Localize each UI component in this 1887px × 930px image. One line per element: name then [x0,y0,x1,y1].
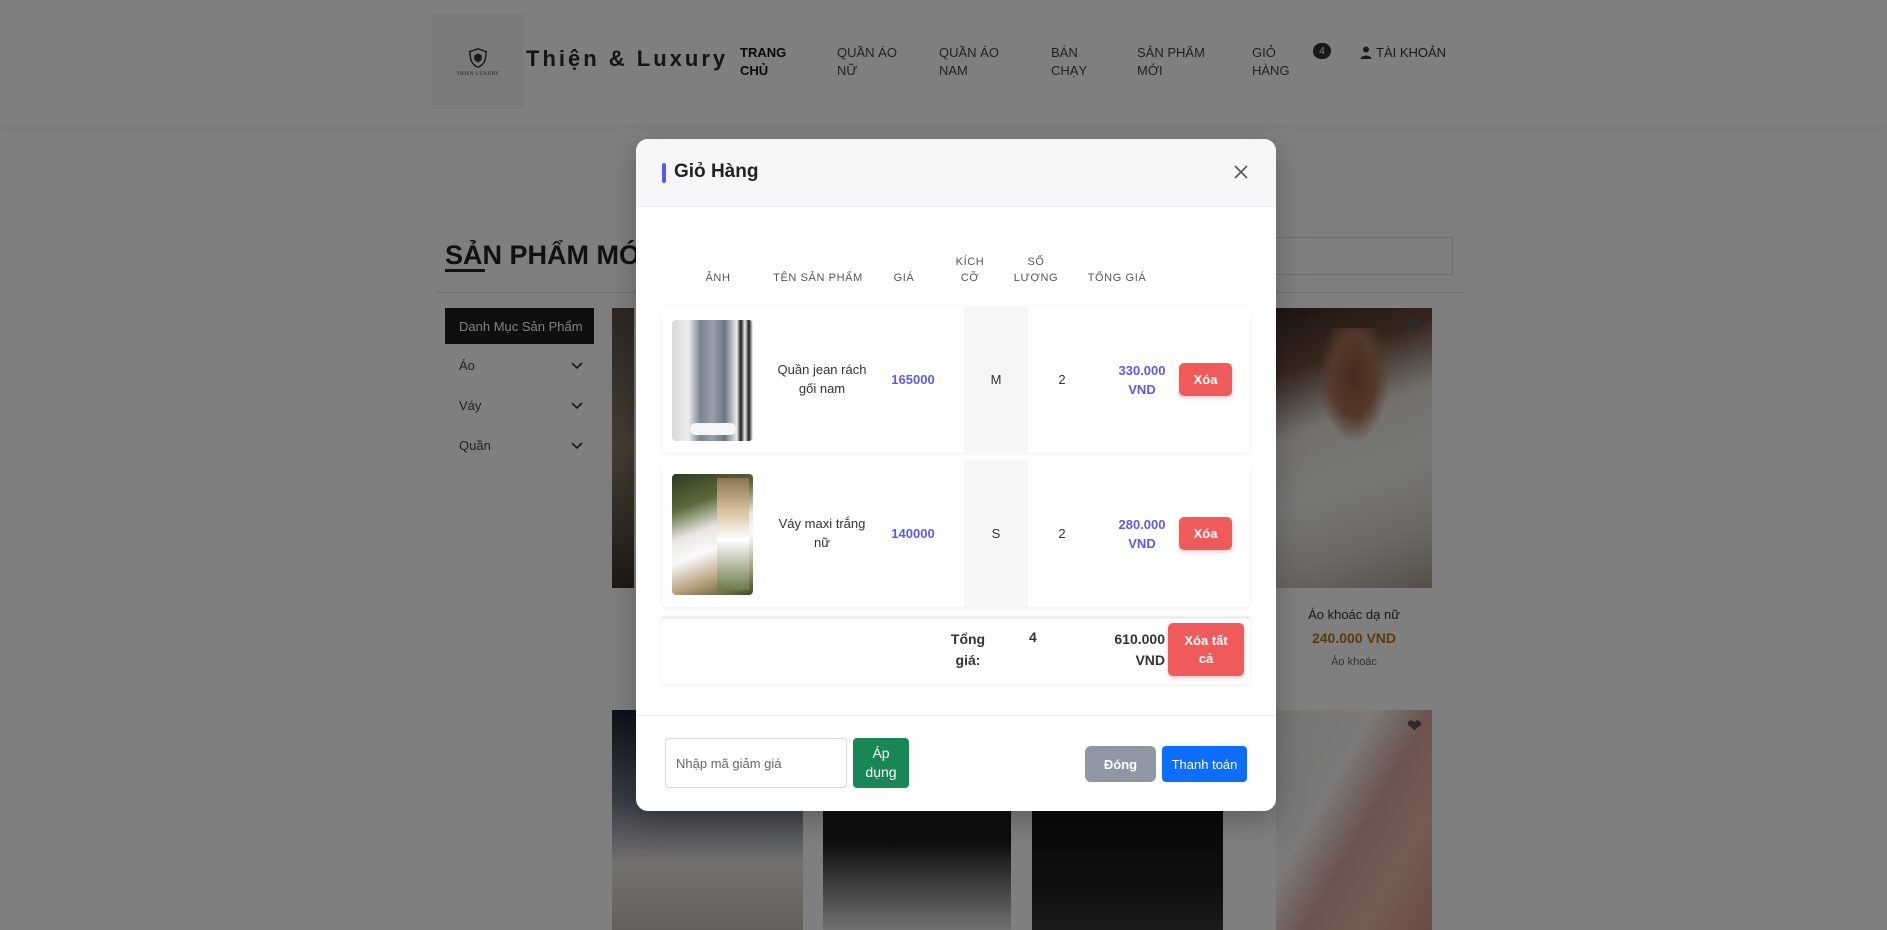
close-icon[interactable] [1232,163,1250,181]
column-header-size: KÍCH CỠ [955,256,985,284]
quantity-value: 2 [1058,526,1066,541]
column-header-price: GIÁ [893,272,915,284]
unit-price: 140000 [891,526,935,541]
product-thumbnail[interactable] [672,474,753,595]
table-row: Quần jean rách gối nam 165000 M 2 330.00… [662,307,1250,453]
product-name: Quần jean rách gối nam [777,362,867,396]
modal-title: Giỏ Hàng [674,161,759,182]
size-value: S [991,526,1001,541]
column-header-name: TÊN SẢN PHẨM [773,272,863,284]
modal-header: Giỏ Hàng [636,139,1276,207]
product-name: Váy maxi trắng nữ [778,516,866,550]
checkout-button[interactable]: Thanh toán [1162,746,1247,782]
unit-price: 165000 [891,372,935,387]
quantity-value: 2 [1058,372,1066,387]
column-header-qty: SỐ LƯỢNG [1013,256,1059,284]
cart-summary-row: Tổng giá: 4 610.000 VND Xóa tất cả [662,616,1250,684]
size-value: M [990,372,1002,387]
column-header-total: TỔNG GIÁ [1087,272,1147,284]
close-button[interactable]: Đóng [1085,746,1156,782]
total-quantity: 4 [1029,629,1037,645]
modal-footer: Áp dụng Đóng Thanh toán [636,715,1276,811]
coupon-input[interactable] [665,738,847,788]
table-row: Váy maxi trắng nữ 140000 S 2 280.000 VND… [662,461,1250,607]
cart-modal: Giỏ Hàng ẢNH TÊN SẢN PHẨM GIÁ KÍCH CỠ SỐ… [636,139,1276,811]
product-thumbnail[interactable] [672,320,753,441]
total-label: Tổng giá: [950,631,986,668]
delete-item-button[interactable]: Xóa [1179,363,1232,396]
apply-coupon-button[interactable]: Áp dụng [853,738,909,788]
delete-item-button[interactable]: Xóa [1179,517,1232,550]
delete-all-button[interactable]: Xóa tất cả [1168,623,1244,676]
title-accent-bar [662,163,666,183]
grand-total: 610.000 VND [1114,631,1165,668]
line-total: 330.000 VND [1118,363,1166,397]
column-header-image: ẢNH [705,272,731,284]
line-total: 280.000 VND [1118,517,1166,551]
